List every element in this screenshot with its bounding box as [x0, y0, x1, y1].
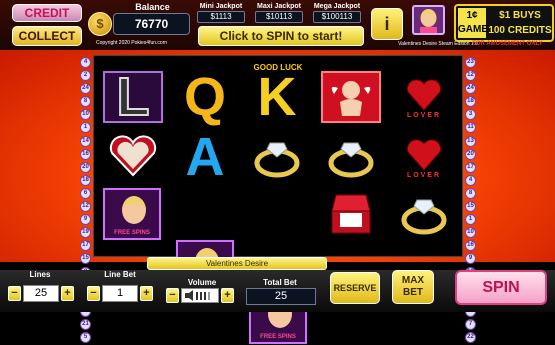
payline-number: 6: [80, 187, 91, 199]
symbol-lover-heart: LOVER: [394, 131, 454, 183]
lines-decrease-button[interactable]: −: [8, 286, 21, 301]
payline-number: 1: [80, 122, 91, 134]
payline-number: 13: [465, 135, 476, 147]
payline-number: 22: [465, 331, 476, 343]
volume-decrease-button[interactable]: −: [166, 288, 179, 303]
balance-label: Balance: [135, 2, 170, 12]
symbol-letter-l: L: [103, 69, 163, 125]
reserve-button[interactable]: RESERVE: [330, 272, 380, 304]
badge-game-text: 1¢ GAME: [458, 8, 488, 38]
info-button[interactable]: i: [371, 8, 403, 40]
payline-number: 11: [465, 122, 476, 134]
payline-number: 8: [465, 187, 476, 199]
symbol-ring-box: [321, 188, 381, 240]
girl-face: [122, 196, 146, 224]
payline-number: 17: [465, 161, 476, 173]
total-bet-value: 25: [246, 288, 316, 305]
payline-number: 15: [80, 253, 91, 265]
line-bet-increase-button[interactable]: +: [140, 286, 153, 301]
symbol-free-spins: FREE SPINS: [103, 188, 161, 240]
payline-number: 19: [80, 227, 91, 239]
payline-number: 4: [465, 174, 476, 186]
mega-jackpot-label: Mega Jackpot: [313, 3, 361, 10]
avatar: [412, 5, 445, 35]
mini-jackpot-value: $1113: [197, 11, 245, 23]
payline-number: 18: [80, 174, 91, 186]
mega-jackpot-value: $100113: [313, 11, 361, 23]
payline-number: 5: [80, 331, 91, 343]
payline-number: 9: [80, 214, 91, 226]
payline-number: 24: [80, 83, 91, 95]
game-badge: 1¢ GAME $1 BUYS 100 CREDITS: [454, 4, 554, 42]
total-bet-label: Total Bet: [263, 278, 297, 287]
max-bet-button[interactable]: MAX BET: [392, 270, 434, 304]
symbol-diamond-ring: [394, 188, 454, 240]
payline-number: 15: [465, 201, 476, 213]
payline-number: 10: [80, 109, 91, 121]
payline-number: 9: [465, 253, 476, 265]
volume-label: Volume: [187, 278, 217, 287]
collect-button[interactable]: COLLECT: [12, 26, 82, 46]
payline-number: 7: [465, 318, 476, 330]
payline-number: 18: [465, 96, 476, 108]
symbol-lover-heart: LOVER: [394, 71, 454, 123]
payline-number: 23: [465, 57, 476, 68]
symbol-diamond-ring: [321, 131, 381, 183]
credit-button[interactable]: CREDIT: [12, 4, 82, 22]
payline-number: 24: [465, 83, 476, 95]
payline-number: 17: [80, 240, 91, 252]
lines-label: Lines: [29, 270, 51, 279]
spin-message-button[interactable]: Click to SPIN to start!: [198, 26, 364, 46]
free-spins-label: FREE SPINS: [260, 334, 296, 340]
symbol-letter-q: Q: [183, 67, 226, 127]
coin-icon: $: [88, 12, 112, 36]
mini-jackpot-label: Mini Jackpot: [199, 3, 243, 10]
payline-number: 1: [465, 214, 476, 226]
payline-number: 12: [465, 70, 476, 82]
symbol-letter-k: K: [257, 67, 297, 127]
maxi-jackpot-value: $10113: [255, 11, 303, 23]
spin-button[interactable]: SPIN: [455, 270, 547, 305]
lines-value: 25: [23, 285, 59, 302]
symbol-letter-a: A: [185, 127, 225, 187]
balance-value: 76770: [113, 13, 190, 35]
payline-number: 20: [465, 148, 476, 160]
payline-number: 10: [465, 227, 476, 239]
lover-label: LOVER: [406, 111, 442, 119]
payline-number: 4: [80, 57, 91, 68]
payline-number: 20: [80, 161, 91, 173]
amusement-notice: FOR AMUSEMENT ONLY: [472, 41, 543, 47]
volume-increase-button[interactable]: +: [221, 288, 234, 303]
lover-label: LOVER: [406, 171, 442, 179]
payline-number: 12: [80, 201, 91, 213]
lines-increase-button[interactable]: +: [61, 286, 74, 301]
payline-number: 2: [80, 70, 91, 82]
free-spins-label: FREE SPINS: [114, 230, 150, 236]
symbol-cupid: [321, 71, 381, 123]
volume-slider[interactable]: [181, 288, 219, 303]
payline-number: 3: [465, 109, 476, 121]
payline-number: 8: [80, 96, 91, 108]
payline-number: 16: [80, 148, 91, 160]
symbol-chocolate-box: [103, 131, 163, 183]
line-bet-label: Line Bet: [104, 270, 136, 279]
badge-offer-text: $1 BUYS 100 CREDITS: [488, 10, 552, 36]
line-bet-value: 1: [102, 285, 138, 302]
line-bet-decrease-button[interactable]: −: [87, 286, 100, 301]
game-title-bar: Valentines Desire: [147, 257, 327, 270]
symbol-diamond-ring: [247, 131, 307, 183]
payline-number: 16: [465, 240, 476, 252]
payline-number: 21: [80, 318, 91, 330]
copyright-text: Copyright 2020 Pokies4fun.com: [96, 40, 167, 46]
payline-number: 14: [80, 135, 91, 147]
maxi-jackpot-label: Maxi Jackpot: [257, 3, 301, 10]
